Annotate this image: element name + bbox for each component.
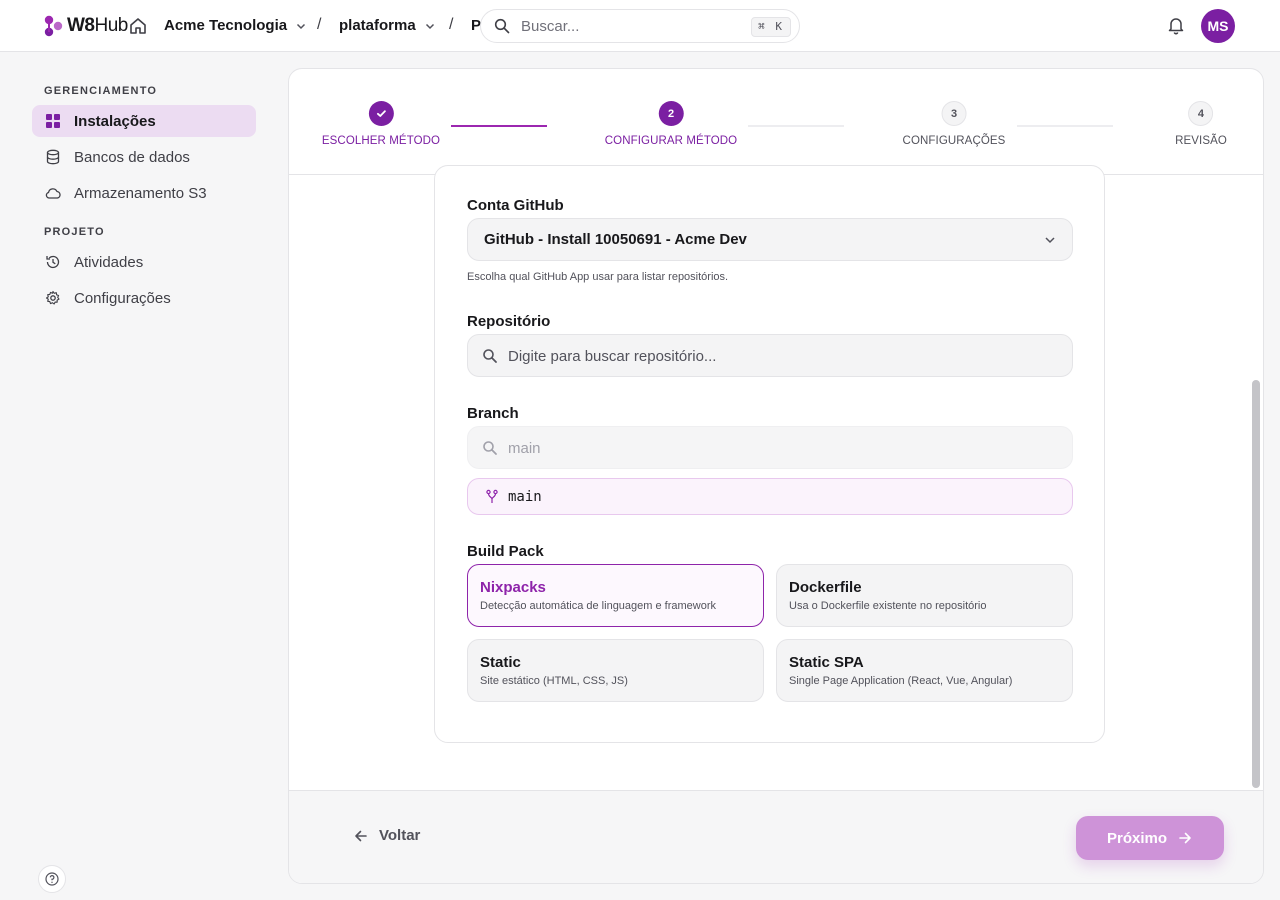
- build-pack-static-spa[interactable]: Static SPA Single Page Application (Reac…: [776, 639, 1073, 702]
- back-button[interactable]: Voltar: [353, 827, 420, 844]
- history-icon: [44, 253, 62, 271]
- search-shortcut-badge: ⌘ K: [751, 17, 791, 37]
- search-icon: [483, 441, 497, 455]
- next-button-label: Próximo: [1106, 829, 1167, 847]
- repository-search-input[interactable]: Digite para buscar repositório...: [467, 334, 1073, 377]
- build-pack-static[interactable]: Static Site estático (HTML, CSS, JS): [467, 639, 764, 702]
- build-pack-title: Static SPA: [789, 654, 864, 671]
- breadcrumb-separator: /: [317, 16, 322, 33]
- step-connector: [1017, 125, 1113, 127]
- build-pack-label: Build Pack: [467, 543, 544, 560]
- sidebar-item-installations[interactable]: Instalações: [32, 105, 256, 137]
- github-account-label: Conta GitHub: [467, 197, 564, 214]
- arrow-left-icon: [355, 830, 367, 841]
- chevron-down-icon: [297, 23, 306, 29]
- repository-label: Repositório: [467, 313, 551, 330]
- repository-placeholder: Digite para buscar repositório...: [508, 348, 717, 365]
- step-configure-method[interactable]: 2 CONFIGURAR MÉTODO: [605, 101, 737, 147]
- search-icon: [494, 18, 510, 34]
- scrollbar-thumb[interactable]: [1252, 380, 1260, 788]
- logo-icon: [44, 15, 63, 37]
- sidebar-item-label: Armazenamento S3: [74, 184, 207, 202]
- logo-text: W8Hub: [67, 15, 128, 36]
- build-pack-nixpacks[interactable]: Nixpacks Detecção automática de linguage…: [467, 564, 764, 627]
- step-connector: [451, 125, 547, 127]
- wizard-stepper: ESCOLHER MÉTODO 2 CONFIGURAR MÉTODO 3 CO…: [289, 69, 1263, 175]
- branch-label: Branch: [467, 405, 519, 422]
- breadcrumb-org[interactable]: Acme Tecnologia: [164, 17, 306, 34]
- build-pack-title: Static: [480, 654, 521, 671]
- wizard-footer: Voltar Próximo: [289, 790, 1263, 883]
- bell-icon[interactable]: [1166, 15, 1186, 35]
- build-pack-dockerfile[interactable]: Dockerfile Usa o Dockerfile existente no…: [776, 564, 1073, 627]
- sidebar-item-label: Bancos de dados: [74, 148, 190, 166]
- build-pack-title: Dockerfile: [789, 579, 862, 596]
- github-account-value: GitHub - Install 10050691 - Acme Dev: [484, 231, 747, 248]
- next-button[interactable]: Próximo: [1076, 816, 1224, 860]
- sidebar-item-label: Atividades: [74, 253, 144, 271]
- sidebar-section-label: GERENCIAMENTO: [44, 85, 158, 97]
- form-scroll-area[interactable]: Conta GitHub GitHub - Install 10050691 -…: [289, 165, 1263, 790]
- branch-search-input[interactable]: main: [467, 426, 1073, 469]
- chevron-down-icon: [425, 23, 434, 29]
- step-label: ESCOLHER MÉTODO: [321, 135, 441, 147]
- gear-icon: [44, 289, 62, 307]
- database-icon: [44, 148, 62, 166]
- back-button-label: Voltar: [379, 827, 421, 844]
- step-choose-method[interactable]: ESCOLHER MÉTODO: [322, 101, 440, 147]
- help-button[interactable]: [38, 865, 66, 893]
- global-search[interactable]: Buscar... ⌘ K: [480, 9, 800, 43]
- sidebar-item-s3-storage[interactable]: Armazenamento S3: [32, 177, 256, 209]
- sidebar-item-label: Instalações: [74, 112, 156, 130]
- sidebar-section-label: PROJETO: [44, 226, 105, 238]
- breadcrumb-project[interactable]: plataforma: [339, 17, 435, 34]
- step-label: CONFIGURAÇÕES: [902, 135, 1006, 147]
- branch-name: main: [508, 489, 542, 505]
- home-icon[interactable]: [128, 16, 148, 36]
- branch-option-selected[interactable]: main: [467, 478, 1073, 515]
- step-label: REVISÃO: [1175, 135, 1227, 147]
- cloud-icon: [44, 184, 62, 202]
- build-pack-description: Single Page Application (React, Vue, Ang…: [789, 675, 1013, 687]
- sidebar-item-databases[interactable]: Bancos de dados: [32, 141, 256, 173]
- sidebar-item-activities[interactable]: Atividades: [32, 246, 256, 278]
- step-connector: [748, 125, 844, 127]
- step-review[interactable]: 4 REVISÃO: [1175, 101, 1227, 147]
- scrollbar[interactable]: [1250, 175, 1262, 790]
- grid-icon: [44, 112, 62, 130]
- build-pack-description: Site estático (HTML, CSS, JS): [480, 675, 628, 687]
- sidebar-item-label: Configurações: [74, 289, 171, 307]
- github-account-select[interactable]: GitHub - Install 10050691 - Acme Dev: [467, 218, 1073, 261]
- branch-placeholder: main: [508, 440, 541, 457]
- github-account-hint: Escolha qual GitHub App usar para listar…: [467, 271, 729, 283]
- chevron-down-icon: [1045, 237, 1055, 244]
- arrow-right-icon: [1179, 832, 1191, 844]
- build-pack-description: Detecção automática de linguagem e frame…: [480, 600, 717, 612]
- step-settings[interactable]: 3 CONFIGURAÇÕES: [903, 101, 1006, 147]
- help-icon: [45, 872, 59, 886]
- build-pack-title: Nixpacks: [480, 579, 546, 596]
- brand-logo[interactable]: W8Hub: [43, 13, 128, 39]
- breadcrumb-separator: /: [449, 16, 454, 33]
- check-icon: [368, 101, 394, 126]
- sidebar-item-settings[interactable]: Configurações: [32, 282, 256, 314]
- search-placeholder: Buscar...: [521, 18, 580, 35]
- step-label: CONFIGURAR MÉTODO: [604, 135, 738, 147]
- git-branch-icon: [486, 489, 498, 503]
- user-avatar[interactable]: MS: [1201, 9, 1235, 43]
- step-number: 3: [941, 101, 967, 126]
- build-pack-description: Usa o Dockerfile existente no repositóri…: [789, 600, 987, 612]
- step-number: 4: [1188, 101, 1214, 126]
- wizard-card: ESCOLHER MÉTODO 2 CONFIGURAR MÉTODO 3 CO…: [288, 68, 1264, 884]
- step-number: 2: [658, 101, 684, 126]
- configure-method-form: Conta GitHub GitHub - Install 10050691 -…: [434, 165, 1105, 743]
- search-icon: [483, 349, 497, 363]
- top-bar: W8Hub Acme Tecnologia / plataforma / P B…: [0, 0, 1280, 52]
